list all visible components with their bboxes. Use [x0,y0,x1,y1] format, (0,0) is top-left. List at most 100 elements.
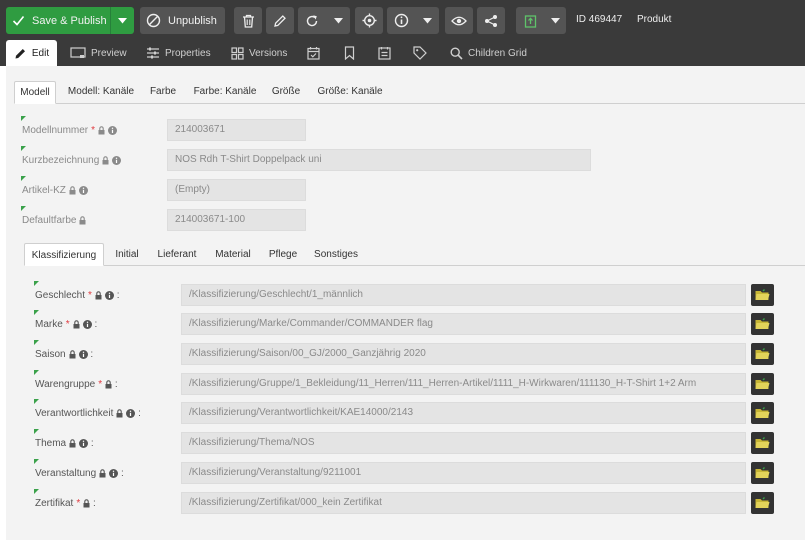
modellnummer-input[interactable]: 214003671 [167,119,306,141]
tab-bookmark[interactable] [344,40,360,66]
zertifikat-href-field[interactable]: /Klassifizierung/Zertifikat/000_kein Zer… [181,492,746,514]
marke-open-button[interactable] [751,313,774,335]
tab-lieferant[interactable]: Lieferant [154,243,200,266]
required-marker: * [76,497,81,509]
info-icon[interactable] [78,185,88,195]
folder-icon [755,437,770,449]
tab-initial[interactable]: Initial [110,243,144,266]
info-icon[interactable] [112,155,122,165]
info-icon[interactable] [126,408,136,418]
field-label-saison: Saison : [33,340,94,360]
clipboard-button[interactable] [516,7,544,34]
tab-tags[interactable] [413,40,432,66]
unpublish-button[interactable]: Unpublish [140,7,225,34]
veranstaltung-open-button[interactable] [751,462,774,484]
saison-href-field[interactable]: /Klassifizierung/Saison/00_GJ/2000_Ganzj… [181,343,746,365]
share-button[interactable] [477,7,505,34]
rename-button[interactable] [266,7,294,34]
tab-notes[interactable] [378,40,396,66]
main-toolbar: Save & Publish Unpublish ID 469447 Produ… [0,0,805,40]
artikel-kz-select[interactable]: (Empty) [167,179,306,201]
save-publish-label: Save & Publish [32,14,107,27]
lock-icon [69,349,76,359]
pencil-icon [14,47,32,60]
kurzbezeichnung-input[interactable]: NOS Rdh T-Shirt Doppelpack uni [167,149,591,171]
reload-button[interactable] [298,7,326,34]
tab-versions[interactable]: Versions [231,40,287,66]
share-icon [484,14,498,28]
defaultfarbe-input[interactable]: 214003671-100 [167,209,306,231]
pencil-icon [273,14,287,28]
info-icon[interactable] [79,438,89,448]
object-tabs: Modell Modell: Kanäle Farbe Farbe: Kanäl… [14,81,805,104]
field-label-geschlecht: Geschlecht * : [34,281,120,301]
delete-button[interactable] [234,7,262,34]
veranstaltung-href-field[interactable]: /Klassifizierung/Veranstaltung/9211001 [181,462,746,484]
tab-material[interactable]: Material [210,243,256,266]
tag-icon [413,46,432,60]
check-icon [12,14,32,27]
chevron-down-icon [422,17,432,24]
field-label-veranstaltung: Veranstaltung : [34,459,124,479]
clipboard-options-button[interactable] [544,7,566,34]
geschlecht-href-field[interactable]: /Klassifizierung/Geschlecht/1_männlich [181,284,746,306]
tab-preview[interactable]: Preview [70,40,127,66]
lock-icon [102,155,109,165]
object-class: Produkt [637,14,672,25]
warengruppe-href-field[interactable]: /Klassifizierung/Gruppe/1_Bekleidung/11_… [181,373,746,395]
tab-modell-kanaele[interactable]: Modell: Kanäle [64,81,138,104]
tab-versions-label: Versions [249,47,288,59]
field-label-thema: Thema : [34,429,94,449]
tab-schedule[interactable] [307,40,325,66]
locate-in-tree-button[interactable] [355,7,383,34]
preview-button[interactable] [445,7,473,34]
info-icon[interactable] [108,125,118,135]
geschlecht-open-button[interactable] [751,284,774,306]
save-publish-button[interactable]: Save & Publish [6,7,110,34]
marke-href-field[interactable]: /Klassifizierung/Marke/Commander/COMMAND… [181,313,746,335]
save-options-button[interactable] [110,7,134,34]
lock-icon [116,408,123,418]
info-icon [394,13,409,28]
tab-groesse[interactable]: Größe [268,81,304,104]
lock-icon [83,498,90,508]
bookmark-icon [344,46,360,60]
tab-edit[interactable]: Edit [6,40,57,66]
target-icon [362,13,377,28]
tab-children-grid[interactable]: Children Grid [450,40,527,66]
tab-modell[interactable]: Modell [14,81,56,104]
info-options-button[interactable] [415,7,439,34]
field-label-modellnummer: Modellnummer * [20,116,118,137]
lock-icon [69,185,76,195]
info-icon[interactable] [78,349,88,359]
field-label-artikel-kz: Artikel-KZ [21,176,88,197]
zertifikat-open-button[interactable] [751,492,774,514]
tab-properties[interactable]: Properties [146,40,211,66]
tab-farbe[interactable]: Farbe [146,81,180,104]
info-button[interactable] [387,7,415,34]
warengruppe-open-button[interactable] [751,373,774,395]
chevron-down-icon [550,17,560,24]
tab-farbe-kanaele[interactable]: Farbe: Kanäle [190,81,260,104]
thema-href-field[interactable]: /Klassifizierung/Thema/NOS [181,432,746,454]
info-icon[interactable] [82,319,92,329]
tab-pflege[interactable]: Pflege [266,243,300,266]
folder-icon [755,348,770,360]
tab-groesse-kanaele[interactable]: Größe: Kanäle [314,81,386,104]
verantwortlichkeit-href-field[interactable]: /Klassifizierung/Verantwortlichkeit/KAE1… [181,402,746,424]
info-icon[interactable] [104,290,114,300]
classification-tabs: Klassifizierung Initial Lieferant Materi… [24,243,805,266]
object-id: ID 469447 [576,14,623,25]
reload-options-button[interactable] [326,7,350,34]
field-label-defaultfarbe: Defaultfarbe [20,206,86,227]
clipboard-icon [524,13,537,28]
info-icon[interactable] [109,468,119,478]
saison-open-button[interactable] [751,343,774,365]
verantwortlichkeit-open-button[interactable] [751,402,774,424]
chevron-down-icon [333,17,343,24]
tab-klassifizierung[interactable]: Klassifizierung [24,243,104,266]
tab-sonstiges[interactable]: Sonstiges [310,243,362,266]
thema-open-button[interactable] [751,432,774,454]
field-label-zertifikat: Zertifikat * : [34,489,96,509]
trash-icon [242,14,255,28]
